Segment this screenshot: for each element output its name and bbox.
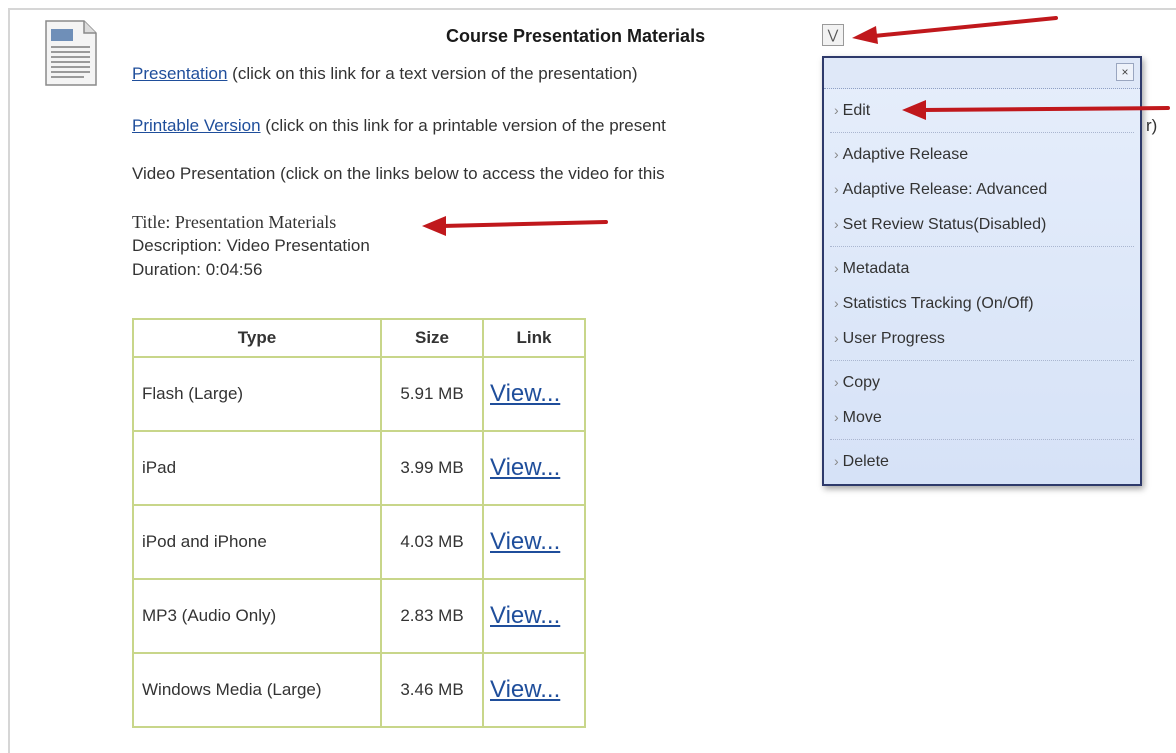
table-row: iPad 3.99 MB View...	[132, 430, 586, 506]
menu-item-copy[interactable]: › Copy	[830, 365, 1134, 400]
item-title: Course Presentation Materials	[446, 26, 706, 46]
menu-item-adaptive-release-advanced[interactable]: › Adaptive Release: Advanced	[830, 172, 1134, 207]
presentation-note: (click on this link for a text version o…	[227, 64, 638, 83]
chevron-right-icon: ›	[834, 216, 839, 232]
chevron-right-icon: ›	[834, 409, 839, 425]
chevron-right-icon: ›	[834, 330, 839, 346]
menu-group-delete: › Delete	[830, 440, 1134, 483]
presentation-link[interactable]: Presentation	[132, 64, 227, 83]
media-size: 2.83 MB	[380, 578, 484, 654]
menu-item-user-progress[interactable]: › User Progress	[830, 321, 1134, 356]
arrow-to-video-title	[422, 216, 608, 236]
menu-item-label: Adaptive Release	[842, 146, 969, 163]
printable-note: (click on this link for a printable vers…	[260, 116, 666, 135]
menu-item-metadata[interactable]: › Metadata	[830, 251, 1134, 286]
menu-item-set-review-status[interactable]: › Set Review Status(Disabled)	[830, 207, 1134, 242]
view-link[interactable]: View...	[490, 602, 560, 629]
double-chevron-down-icon: ⋁	[827, 27, 839, 42]
view-link[interactable]: View...	[490, 528, 560, 555]
menu-item-label: Copy	[842, 374, 881, 391]
chevron-right-icon: ›	[834, 453, 839, 469]
context-menu-header: ×	[824, 58, 1140, 89]
table-row: iPod and iPhone 4.03 MB View...	[132, 504, 586, 580]
menu-group-release: › Adaptive Release › Adaptive Release: Adv…	[830, 133, 1134, 247]
menu-item-label: Set Review Status(Disabled)	[842, 216, 1047, 233]
arrow-to-menu-toggle	[852, 16, 1058, 44]
context-menu-toggle[interactable]: ⋁	[822, 24, 844, 46]
view-link[interactable]: View...	[490, 676, 560, 703]
media-type: iPod and iPhone	[132, 504, 382, 580]
printable-version-link[interactable]: Printable Version	[132, 116, 261, 135]
video-presentation-note: Video Presentation (click on the links b…	[132, 164, 665, 183]
menu-item-label: Edit	[842, 102, 871, 119]
arrow-to-edit-item	[902, 100, 1170, 120]
column-header-link: Link	[482, 318, 586, 358]
media-type: iPad	[132, 430, 382, 506]
presentation-line: Presentation (click on this link for a t…	[132, 64, 638, 84]
media-size: 3.99 MB	[380, 430, 484, 506]
video-duration: Duration: 0:04:56	[132, 260, 263, 279]
chevron-right-icon: ›	[834, 295, 839, 311]
media-size: 3.46 MB	[380, 652, 484, 728]
menu-item-move[interactable]: › Move	[830, 400, 1134, 435]
chevron-right-icon: ›	[834, 146, 839, 162]
chevron-right-icon: ›	[834, 102, 839, 118]
view-link[interactable]: View...	[490, 380, 560, 407]
column-header-size: Size	[380, 318, 484, 358]
close-icon[interactable]: ×	[1116, 63, 1134, 81]
menu-item-label: Statistics Tracking (On/Off)	[842, 295, 1034, 312]
table-row: MP3 (Audio Only) 2.83 MB View...	[132, 578, 586, 654]
menu-item-label: Delete	[842, 453, 889, 470]
media-size: 4.03 MB	[380, 504, 484, 580]
table-header-row: Type Size Link	[132, 318, 586, 358]
chevron-right-icon: ›	[834, 260, 839, 276]
menu-group-copy-move: › Copy › Move	[830, 361, 1134, 440]
media-table: Type Size Link Flash (Large) 5.91 MB Vie…	[132, 318, 586, 728]
table-row: Windows Media (Large) 3.46 MB View...	[132, 652, 586, 728]
menu-item-label: User Progress	[842, 330, 945, 347]
document-icon	[45, 20, 97, 86]
video-description: Description: Video Presentation	[132, 236, 370, 255]
media-type: Flash (Large)	[132, 356, 382, 432]
media-type: Windows Media (Large)	[132, 652, 382, 728]
video-metadata: Title: Presentation Materials Descriptio…	[132, 210, 370, 282]
column-header-type: Type	[132, 318, 382, 358]
table-row: Flash (Large) 5.91 MB View...	[132, 356, 586, 432]
menu-item-adaptive-release[interactable]: › Adaptive Release	[830, 137, 1134, 172]
menu-item-delete[interactable]: › Delete	[830, 444, 1134, 479]
chevron-right-icon: ›	[834, 374, 839, 390]
menu-item-label: Adaptive Release: Advanced	[842, 181, 1048, 198]
video-title: Title: Presentation Materials	[132, 212, 337, 232]
menu-item-statistics-tracking[interactable]: › Statistics Tracking (On/Off)	[830, 286, 1134, 321]
menu-item-label: Metadata	[842, 260, 910, 277]
menu-item-label: Move	[842, 409, 882, 426]
media-type: MP3 (Audio Only)	[132, 578, 382, 654]
view-link[interactable]: View...	[490, 454, 560, 481]
chevron-right-icon: ›	[834, 181, 839, 197]
media-size: 5.91 MB	[380, 356, 484, 432]
printable-line: Printable Version (click on this link fo…	[132, 116, 666, 136]
menu-group-tracking: › Metadata › Statistics Tracking (On/Off) …	[830, 247, 1134, 361]
